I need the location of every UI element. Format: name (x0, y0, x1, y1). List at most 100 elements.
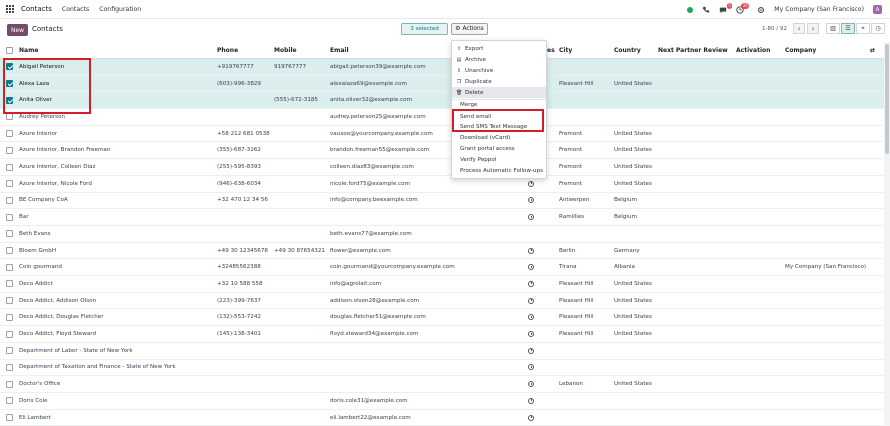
action-duplicate[interactable]: ❐ Duplicate (452, 76, 546, 87)
table-row[interactable]: Doris Cole doris.cole31@example.com (0, 393, 884, 410)
column-header-phone[interactable]: Phone (217, 42, 238, 58)
activity-clock-icon[interactable] (528, 276, 534, 292)
activity-clock-icon[interactable] (528, 310, 534, 326)
row-select-checkbox[interactable] (6, 96, 13, 104)
column-header-activities[interactable]: es (547, 42, 555, 58)
row-select-checkbox[interactable] (6, 347, 13, 355)
user-avatar[interactable]: A (873, 5, 882, 14)
activity-clock-icon[interactable] (528, 376, 534, 392)
action-process-follow-ups[interactable]: Process Automatic Follow-ups (452, 165, 546, 176)
row-select-checkbox[interactable] (6, 363, 13, 371)
table-row[interactable]: Deco Addict +32 10 588 558 info@agrolait.c… (0, 276, 884, 293)
action-merge[interactable]: Merge (452, 99, 546, 110)
app-name[interactable]: Contacts (21, 5, 52, 13)
action-grant-portal-access[interactable]: Grant portal access (452, 143, 546, 154)
activity-clock-icon[interactable] (528, 293, 534, 309)
row-select-checkbox[interactable] (6, 130, 13, 138)
action-archive[interactable]: ▤ Archive (452, 54, 546, 65)
table-row[interactable]: Coin gourmand +32485562388 coin.gourmand@y… (0, 259, 884, 277)
list-view-button[interactable]: ☰ (841, 23, 855, 34)
map-view-button[interactable]: ⌖ (856, 23, 870, 34)
row-select-checkbox[interactable] (6, 280, 13, 288)
activity-clock-icon[interactable] (528, 259, 534, 275)
activity-clock-icon[interactable] (528, 243, 534, 259)
row-select-checkbox[interactable] (6, 80, 13, 88)
table-row[interactable]: Beth Evans beth.evans77@example.com (0, 226, 884, 243)
table-row[interactable]: Audrey Peterson audrey.peterson25@example… (0, 109, 884, 126)
activity-clock-icon[interactable] (528, 393, 534, 409)
vertical-scrollbar[interactable] (884, 42, 890, 426)
action-verify-peppol[interactable]: Verify Peppol (452, 154, 546, 165)
table-row[interactable]: Eli Lambert eli.lambert22@example.com (0, 410, 884, 426)
activity-clock-icon[interactable] (528, 209, 534, 225)
row-select-checkbox[interactable] (6, 146, 13, 154)
table-row[interactable]: Azure Interior, Nicole Ford (946)-638-603… (0, 176, 884, 193)
table-row[interactable]: Alexa Laza (603)-996-3829 alexalaza69@exam… (0, 75, 884, 93)
pager-next-button[interactable]: › (807, 23, 819, 34)
activity-clock-icon[interactable]: 26 (736, 2, 750, 14)
table-row[interactable]: Doctor's Office Lebanon United States (0, 376, 884, 393)
company-switcher[interactable]: My Company (San Francisco) (774, 6, 864, 13)
menu-configuration[interactable]: Configuration (99, 6, 141, 13)
row-select-checkbox[interactable] (6, 380, 13, 388)
select-all-checkbox[interactable] (6, 46, 13, 54)
action-send-sms[interactable]: Send SMS Text Message (452, 121, 546, 132)
phone-icon[interactable] (702, 6, 710, 14)
action-download-vcard[interactable]: Download (vCard) (452, 132, 546, 143)
table-row[interactable]: Anita Oliver (555)-672-3185 anita.oliver32… (0, 92, 884, 110)
row-select-checkbox[interactable] (6, 163, 13, 171)
kanban-view-button[interactable]: ▥ (826, 23, 840, 34)
new-button[interactable]: New (7, 24, 28, 36)
row-select-checkbox[interactable] (6, 113, 13, 121)
action-delete[interactable]: 🗑 Delete (452, 87, 546, 98)
activity-clock-icon[interactable] (528, 193, 534, 209)
table-row[interactable]: Deco Addict, Addison Olson (223)-399-7637… (0, 293, 884, 310)
column-header-mobile[interactable]: Mobile (274, 42, 297, 58)
action-export[interactable]: ⇪ Export (452, 43, 546, 54)
pager-value[interactable]: 1-80 / 92 (762, 26, 787, 32)
table-row[interactable]: Deco Addict, Floyd Steward (145)-138-3401… (0, 326, 884, 343)
table-row[interactable]: Azure Interior +58 212 681 0538 vauxoo@you… (0, 126, 884, 143)
table-row[interactable]: Department of Taxation and Finance - Sta… (0, 360, 884, 377)
optional-columns-toggle-icon[interactable]: ⇄ (870, 42, 875, 58)
row-select-checkbox[interactable] (6, 297, 13, 305)
activity-clock-icon[interactable] (528, 360, 534, 376)
scrollbar-thumb[interactable] (885, 44, 889, 154)
row-select-checkbox[interactable] (6, 263, 13, 271)
menu-contacts[interactable]: Contacts (62, 6, 89, 13)
column-header-city[interactable]: City (559, 42, 572, 58)
table-row[interactable]: Deco Addict, Douglas Fletcher (132)-553-7… (0, 310, 884, 327)
column-header-activation[interactable]: Activation (736, 42, 770, 58)
row-select-checkbox[interactable] (6, 196, 13, 204)
row-select-checkbox[interactable] (6, 213, 13, 221)
table-row[interactable]: Bloem GmbH +49 30 12345678 +49 30 87654321… (0, 243, 884, 260)
table-row[interactable]: BE Company CoA +32 470 12 34 56 info@compa… (0, 193, 884, 210)
table-row[interactable]: Azure Interior, Colleen Diaz (255)-595-83… (0, 159, 884, 176)
apps-menu-icon[interactable] (6, 4, 15, 14)
table-row[interactable]: Azure Interior, Brandon Freeman (355)-687… (0, 143, 884, 160)
activity-clock-icon[interactable] (528, 343, 534, 359)
row-select-checkbox[interactable] (6, 414, 13, 422)
selected-count-badge[interactable]: 3 selected (401, 23, 448, 35)
actions-button[interactable]: ⚙ Actions (451, 23, 488, 35)
row-select-checkbox[interactable] (6, 63, 13, 71)
row-select-checkbox[interactable] (6, 330, 13, 338)
activity-clock-icon[interactable] (528, 410, 534, 426)
row-select-checkbox[interactable] (6, 230, 13, 238)
column-header-next-partner-review[interactable]: Next Partner Review (658, 42, 728, 58)
pager-previous-button[interactable]: ‹ (793, 23, 805, 34)
action-unarchive[interactable]: ↥ Unarchive (452, 65, 546, 76)
row-select-checkbox[interactable] (6, 180, 13, 188)
settings-icon[interactable] (757, 6, 765, 14)
column-header-company[interactable]: Company (785, 42, 816, 58)
column-header-name[interactable]: Name (19, 42, 38, 58)
row-select-checkbox[interactable] (6, 397, 13, 405)
row-select-checkbox[interactable] (6, 247, 13, 255)
column-header-country[interactable]: Country (614, 42, 641, 58)
row-select-checkbox[interactable] (6, 313, 13, 321)
table-row[interactable]: Department of Labor - State of New York (0, 343, 884, 360)
activity-view-button[interactable]: ◷ (871, 23, 885, 34)
chat-icon[interactable]: 5 (719, 2, 733, 14)
column-header-email[interactable]: Email (330, 42, 349, 58)
table-row[interactable]: Bar Ramillies Belgium (0, 209, 884, 226)
